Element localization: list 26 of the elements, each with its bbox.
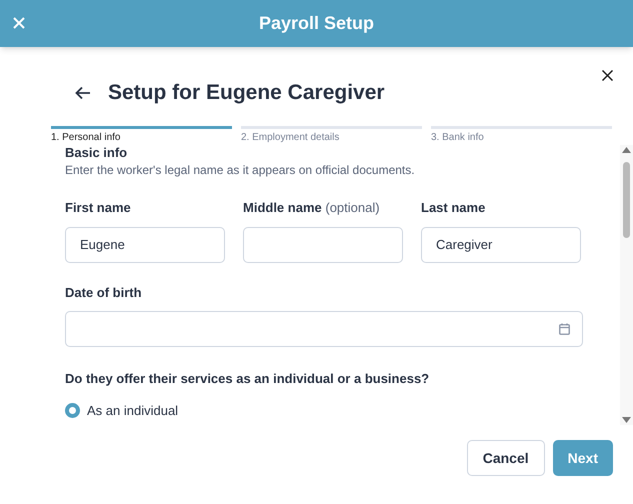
dialog-title: Setup for Eugene Caregiver [108, 80, 385, 106]
field-label: Date of birth [65, 284, 143, 302]
scroll-up-icon[interactable] [622, 147, 631, 153]
cancel-button[interactable]: Cancel [466, 440, 545, 476]
back-arrow-icon[interactable] [75, 86, 91, 100]
text-field[interactable] [243, 226, 403, 262]
field-label: Last name [421, 199, 486, 217]
text-field[interactable]: Caregiver [421, 226, 581, 262]
header-title: Payroll Setup [258, 12, 374, 35]
step-tab[interactable]: 1. Personal info [51, 126, 232, 145]
radio-label[interactable]: As an individual [87, 400, 178, 420]
radio-button[interactable] [65, 402, 80, 418]
step-tab[interactable]: 3. Bank info [431, 126, 612, 145]
date-field[interactable] [65, 311, 583, 347]
scrollbar-thumb[interactable] [623, 162, 630, 238]
field-label: Middle name (optional) [243, 199, 381, 217]
scroll-down-icon[interactable] [622, 417, 631, 423]
step-tab[interactable]: 2. Employment details [241, 126, 422, 145]
calendar-icon[interactable] [559, 323, 570, 335]
field-label: First name [65, 199, 132, 217]
question-label: Do they offer their services as an individual or a business? [65, 370, 430, 388]
close-icon[interactable] [602, 70, 613, 81]
scrollbar[interactable] [620, 145, 633, 425]
text-field[interactable]: Eugene [65, 226, 225, 262]
section-description: Enter the worker's legal name as it appears on official documents. [65, 162, 416, 179]
section-title: Basic info [65, 145, 128, 161]
